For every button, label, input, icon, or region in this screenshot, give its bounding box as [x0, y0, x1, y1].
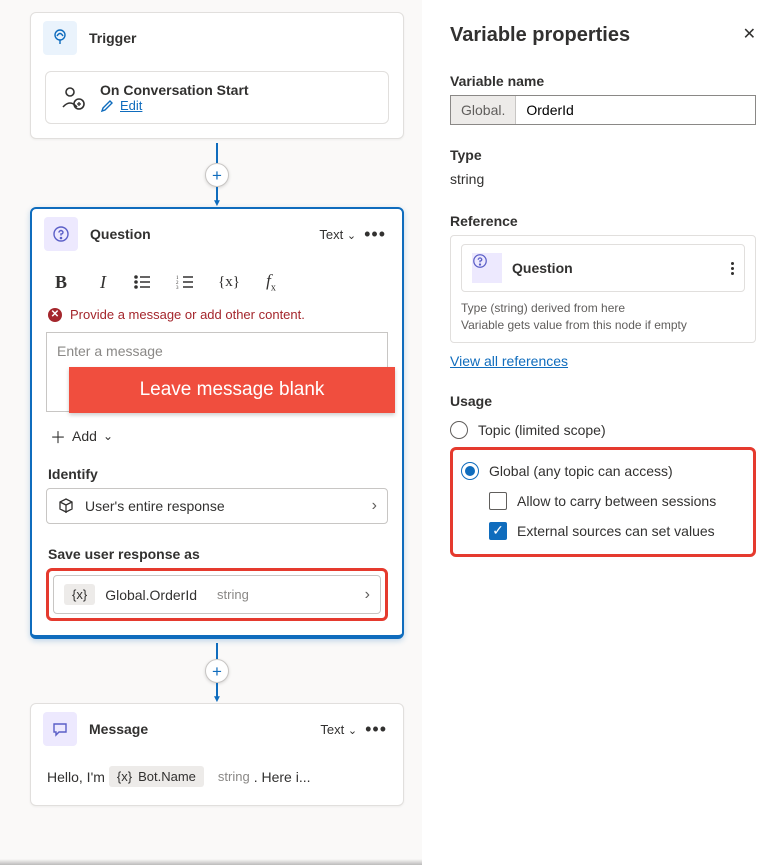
message-more[interactable]: ••• — [361, 719, 391, 740]
message-type-selector[interactable]: Text ⌄ — [320, 722, 357, 737]
bullet-list-button[interactable] — [134, 275, 156, 289]
reference-node-link[interactable]: Question — [461, 244, 745, 292]
view-all-references-link[interactable]: View all references — [450, 353, 568, 369]
add-menu[interactable]: ＋ Add ⌄ — [46, 412, 388, 462]
authoring-canvas: Trigger On Conversation Start Edit + — [0, 0, 422, 865]
variable-scope-prefix: Global. — [451, 96, 516, 124]
usage-topic-radio[interactable]: Topic (limited scope) — [450, 415, 756, 445]
reference-label: Reference — [450, 213, 756, 229]
variable-name-field[interactable] — [516, 96, 755, 124]
reference-description: Type (string) derived from here Variable… — [461, 300, 745, 334]
entity-icon — [57, 497, 75, 515]
chevron-right-icon: › — [365, 586, 370, 604]
chevron-right-icon: › — [372, 497, 377, 515]
save-response-label: Save user response as — [46, 542, 388, 568]
svg-text:3: 3 — [176, 286, 179, 289]
connector: + ▼ — [30, 143, 404, 207]
variable-chip: {x} — [64, 584, 95, 605]
identify-label: Identify — [46, 462, 388, 488]
question-title: Question — [90, 226, 319, 242]
add-node-button[interactable]: + — [205, 659, 229, 683]
trigger-subcard[interactable]: On Conversation Start Edit — [45, 71, 389, 124]
usage-carry-checkbox[interactable]: Allow to carry between sessions — [461, 486, 745, 516]
trigger-card[interactable]: Trigger On Conversation Start Edit — [30, 12, 404, 139]
conversation-start-icon — [60, 85, 86, 111]
add-node-button[interactable]: + — [205, 163, 229, 187]
variable-name-label: Variable name — [450, 73, 756, 89]
trigger-icon — [43, 21, 77, 55]
pencil-icon — [100, 99, 114, 113]
italic-button[interactable]: I — [92, 272, 114, 293]
trigger-title: Trigger — [89, 30, 391, 46]
trigger-edit-link[interactable]: Edit — [100, 98, 249, 113]
close-button[interactable]: ✕ — [743, 24, 756, 44]
question-type-selector[interactable]: Text ⌄ — [319, 227, 356, 242]
message-input[interactable]: Enter a message Leave message blank — [46, 332, 388, 412]
checkbox-icon — [489, 492, 507, 510]
formula-button[interactable]: fx — [260, 271, 282, 293]
message-title: Message — [89, 721, 320, 737]
question-icon — [44, 217, 78, 251]
validation-error: ✕ Provide a message or add other content… — [46, 305, 388, 332]
question-icon — [472, 253, 502, 283]
usage-global-highlight: Global (any topic can access) Allow to c… — [450, 447, 756, 557]
insert-variable-button[interactable]: {x} — [218, 274, 240, 291]
reference-card: Question Type (string) derived from here… — [450, 235, 756, 343]
identify-selector[interactable]: User's entire response › — [46, 488, 388, 524]
radio-icon — [461, 462, 479, 480]
checkbox-icon: ✓ — [489, 522, 507, 540]
connector: + ▼ — [30, 643, 404, 703]
question-more[interactable]: ••• — [360, 224, 390, 245]
bold-button[interactable]: B — [50, 272, 72, 293]
trigger-sub-title: On Conversation Start — [100, 82, 249, 98]
variable-name-input[interactable]: Global. — [450, 95, 756, 125]
usage-global-radio[interactable]: Global (any topic can access) — [461, 456, 745, 486]
rich-text-toolbar: B I 123 {x} fx — [46, 267, 388, 305]
annotation-callout: Leave message blank — [69, 367, 395, 413]
usage-label: Usage — [450, 393, 756, 409]
type-value: string — [450, 169, 756, 191]
save-response-selector[interactable]: {x} Global.OrderId string › — [53, 575, 381, 614]
radio-icon — [450, 421, 468, 439]
panel-title: Variable properties — [450, 24, 630, 47]
usage-external-checkbox[interactable]: ✓ External sources can set values — [461, 516, 745, 546]
reference-more[interactable] — [731, 262, 734, 275]
message-icon — [43, 712, 77, 746]
message-content[interactable]: Hello, I'm {x}Bot.Name string . Here i..… — [45, 762, 389, 791]
bot-name-variable: {x}Bot.Name — [109, 766, 204, 787]
question-card[interactable]: Question Text ⌄ ••• B I 123 {x} fx ✕ — [30, 207, 404, 639]
error-icon: ✕ — [48, 308, 62, 322]
save-response-highlight: {x} Global.OrderId string › — [46, 568, 388, 621]
number-list-button[interactable]: 123 — [176, 275, 198, 289]
message-card[interactable]: Message Text ⌄ ••• Hello, I'm {x}Bot.Nam… — [30, 703, 404, 806]
variable-properties-panel: Variable properties ✕ Variable name Glob… — [422, 0, 776, 865]
type-label: Type — [450, 147, 756, 163]
